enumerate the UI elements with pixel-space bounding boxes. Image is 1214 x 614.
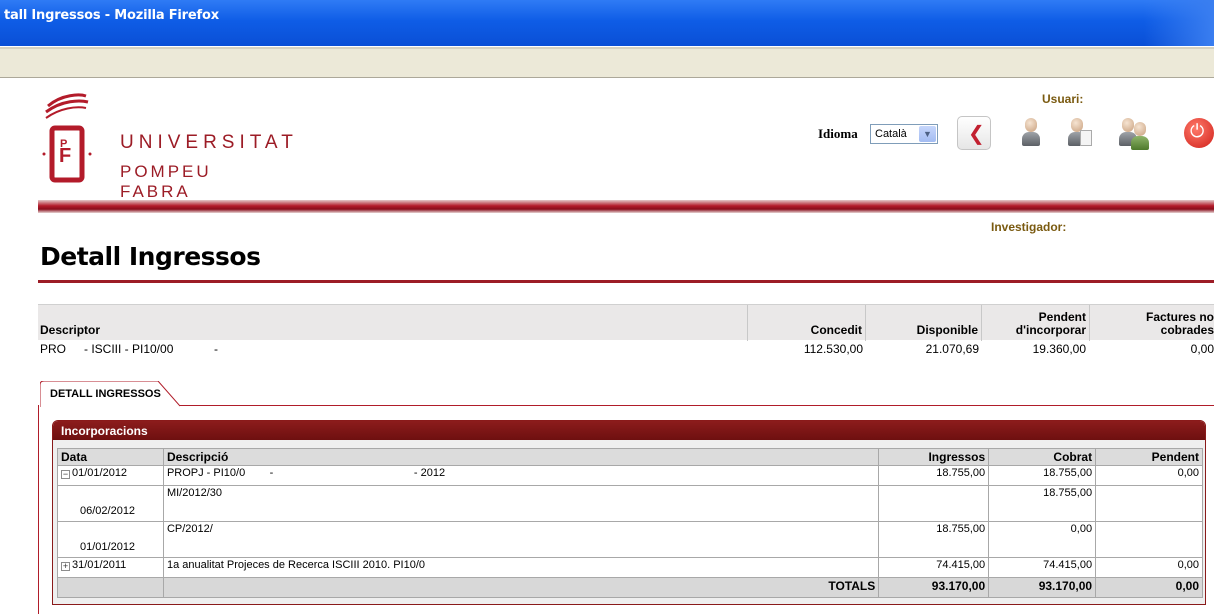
descriptor-pendent: 19.360,00 <box>1032 342 1086 356</box>
cell-cobrat: 74.415,00 <box>988 557 1097 578</box>
cell-pendent <box>1095 485 1203 522</box>
upf-logo: F P UNIVERSITAT POMPEU FABRA <box>40 92 293 201</box>
logo-line-pompeu-fabra: POMPEU FABRA <box>120 162 212 201</box>
cell-cobrat: 18.755,00 <box>988 465 1097 486</box>
incorporacions-panel: Incorporacions Data Descripció Ingressos… <box>52 420 1206 605</box>
col-header-pendent: Pendent <box>1095 448 1203 466</box>
page-title: Detall Ingressos <box>40 242 261 271</box>
cell-ingressos <box>878 485 990 522</box>
totals-cobrat: 93.170,00 <box>988 577 1097 598</box>
logout-power-icon[interactable] <box>1184 118 1214 148</box>
descriptor-desc: - ISCIII - PI10/00 <box>84 342 174 356</box>
collapse-icon[interactable]: − <box>61 470 70 479</box>
user-icon-body <box>1022 132 1040 146</box>
col-header-pendent: Pendent d'incorporar <box>982 305 1090 341</box>
table-row[interactable]: +31/01/2011 1a anualitat Projeces de Rec… <box>57 557 1203 578</box>
user-icon-head <box>1025 118 1037 132</box>
totals-row: TOTALS 93.170,00 93.170,00 0,00 <box>57 577 1203 598</box>
cell-descripcio: 1a anualitat Projeces de Recerca ISCIII … <box>162 557 880 578</box>
logo-line-universitat: UNIVERSITAT <box>120 132 298 153</box>
tab-detall-ingressos[interactable]: DETALL INGRESSOS <box>40 381 180 407</box>
tab-baseline <box>178 405 1214 406</box>
back-button[interactable]: ❮ <box>957 116 991 150</box>
descriptor-table-header: Descriptor Concedit Disponible Pendent d… <box>38 304 1214 341</box>
cell-data: 01/01/2012 <box>57 521 164 558</box>
browser-toolbar <box>0 46 1214 78</box>
cell-cobrat: 0,00 <box>988 521 1097 558</box>
users-group-icon-head-1 <box>1122 118 1134 132</box>
header-divider <box>38 200 1214 213</box>
table-row: 06/02/2012 MI/2012/30 18.755,00 <box>57 485 1203 522</box>
user-icon[interactable] <box>1014 116 1048 150</box>
users-group-icon-head-2 <box>1134 122 1146 136</box>
col-header-descriptor: Descriptor <box>38 305 748 341</box>
col-header-cobrat: Cobrat <box>988 448 1097 466</box>
cell-data: 06/02/2012 <box>57 485 164 522</box>
toolbar-separator <box>0 47 1214 49</box>
users-group-icon-body-2 <box>1131 136 1149 150</box>
cell-data-text: 01/01/2012 <box>72 467 128 479</box>
cell-data: +31/01/2011 <box>57 557 164 578</box>
descriptor-factures: 0,00 <box>1190 342 1214 356</box>
title-underline <box>38 280 1214 283</box>
descriptor-disponible: 21.070,69 <box>925 342 979 356</box>
totals-pendent: 0,00 <box>1095 577 1203 598</box>
language-select[interactable]: Català ▼ <box>870 124 938 144</box>
cell-cobrat: 18.755,00 <box>988 485 1097 522</box>
incorporacions-title: Incorporacions <box>61 424 148 438</box>
col-header-data: Data <box>57 448 164 466</box>
expand-icon[interactable]: + <box>61 562 70 571</box>
descriptor-code: PRO <box>40 342 67 356</box>
col-header-descripcio: Descripció <box>162 448 880 466</box>
titlebar-gradient <box>1144 0 1214 46</box>
window-title: tall Ingressos - Mozilla Firefox <box>4 8 219 23</box>
descriptor-concedit: 112.530,00 <box>803 342 863 356</box>
table-row: 01/01/2012 CP/2012/ 18.755,00 0,00 <box>57 521 1203 558</box>
idioma-label: Idioma <box>818 126 858 141</box>
usuari-label: Usuari: <box>1042 92 1084 106</box>
cell-pendent <box>1095 521 1203 558</box>
incorporacions-table: Data Descripció Ingressos Cobrat Pendent… <box>57 448 1203 598</box>
col-header-ingressos: Ingressos <box>878 448 990 466</box>
incorporacions-header: Incorporacions <box>53 421 1205 440</box>
investigador-label: Investigador: <box>991 220 1067 234</box>
cell-descripcio: PROPJ - PI10/0 - - 2012 <box>162 465 880 486</box>
cell-descripcio: MI/2012/30 <box>162 485 880 522</box>
cell-pendent: 0,00 <box>1095 557 1203 578</box>
col-header-factures: Factures no cobrades <box>1145 310 1214 337</box>
chevron-down-icon[interactable]: ▼ <box>919 126 936 142</box>
cell-ingressos: 18.755,00 <box>878 465 990 486</box>
cell-data: −01/01/2012 <box>57 465 164 486</box>
cell-data-text: 31/01/2011 <box>72 559 127 571</box>
document-icon <box>1080 130 1092 146</box>
cell-descripcio: CP/2012/ <box>162 521 880 558</box>
table-row[interactable]: −01/01/2012 PROPJ - PI10/0 - - 2012 18.7… <box>57 465 1203 486</box>
language-select-value: Català <box>875 128 907 140</box>
descriptor-row: PRO - ISCIII - PI10/00 - 112.530,00 21.0… <box>38 341 1214 357</box>
svg-text:P: P <box>60 138 67 150</box>
col-header-disponible: Disponible <box>866 305 982 341</box>
totals-label: TOTALS <box>162 577 880 598</box>
window-titlebar: tall Ingressos - Mozilla Firefox <box>0 0 1214 46</box>
cell-ingressos: 18.755,00 <box>878 521 990 558</box>
table-header-row: Data Descripció Ingressos Cobrat Pendent <box>57 448 1203 466</box>
user-document-icon[interactable] <box>1062 116 1096 150</box>
cell-pendent: 0,00 <box>1095 465 1203 486</box>
descriptor-dash: - <box>214 342 218 356</box>
totals-spacer <box>57 577 164 598</box>
col-header-concedit: Concedit <box>748 305 866 341</box>
tab-label: DETALL INGRESSOS <box>50 388 161 400</box>
users-group-icon[interactable] <box>1118 116 1152 150</box>
totals-ingressos: 93.170,00 <box>878 577 990 598</box>
chevron-left-icon: ❮ <box>968 123 985 145</box>
upf-emblem-icon: F P <box>42 93 92 183</box>
cell-ingressos: 74.415,00 <box>878 557 990 578</box>
